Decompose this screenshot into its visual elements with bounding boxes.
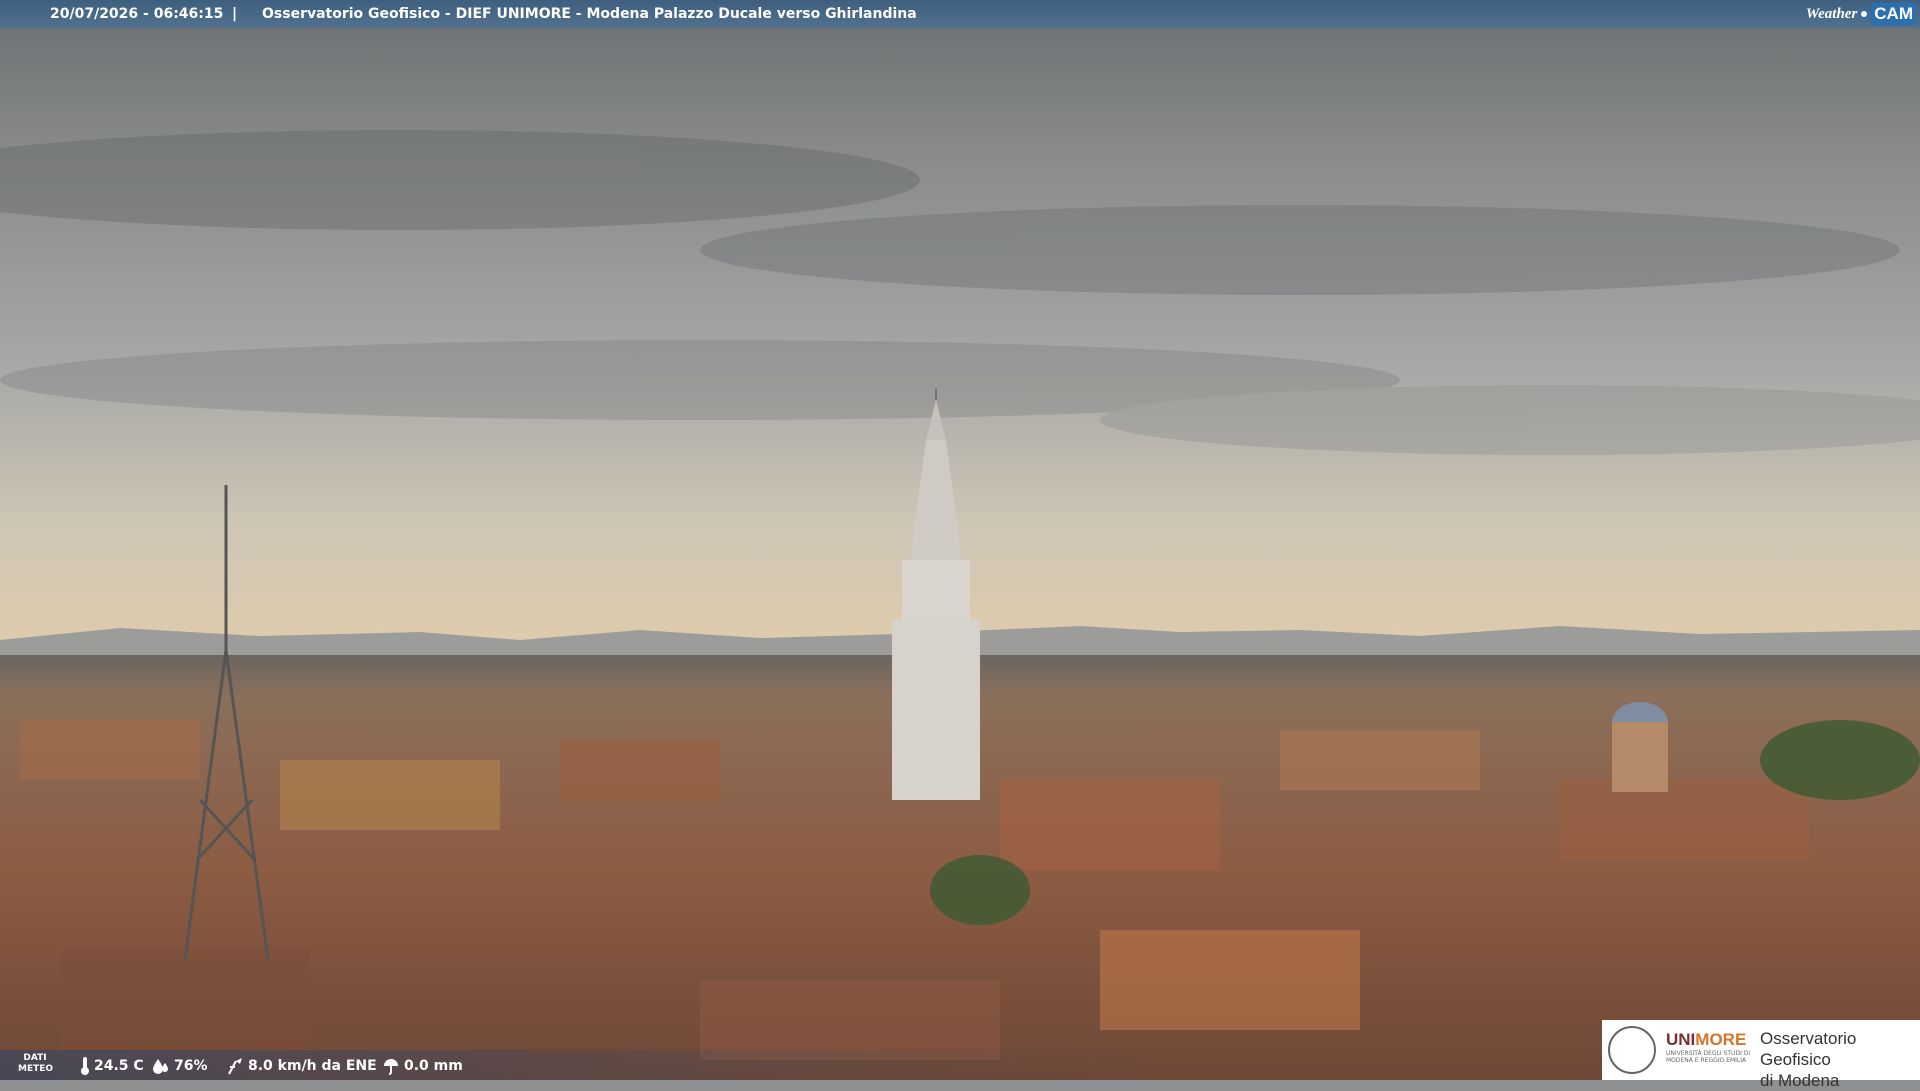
- dome: [1612, 702, 1668, 792]
- unimore-logo-panel: UNIMORE UNIVERSITÀ DEGLI STUDI DI MODENA…: [1602, 1020, 1920, 1090]
- humidity-value: 76%: [174, 1058, 208, 1074]
- rain-item: 0.0 mm: [382, 1057, 463, 1075]
- humidity-item: 76%: [152, 1057, 208, 1075]
- weathercam-logo: Weather CAM: [1806, 2, 1916, 26]
- wind-item: 8.0 km/h da ENE: [226, 1057, 377, 1075]
- timestamp: 20/07/2026 - 06:46:15: [50, 6, 224, 22]
- wind-value: 8.0 km/h da ENE: [248, 1058, 377, 1074]
- weathercam-cam-text: CAM: [1871, 3, 1916, 25]
- observatory-name: Osservatorio Geofisico di Modena: [1760, 1029, 1857, 1090]
- weathercam-logo-text: Weather: [1805, 5, 1858, 22]
- webcam-image: [0, 0, 1920, 1080]
- temperature-item: 24.5 C: [80, 1057, 144, 1075]
- header-separator: |: [232, 6, 238, 22]
- university-seal-icon: [1608, 1026, 1656, 1074]
- humidity-icon: [153, 1059, 168, 1074]
- rain-value: 0.0 mm: [404, 1058, 463, 1074]
- university-line: UNIVERSITÀ DEGLI STUDI DI MODENA E REGGI…: [1666, 1050, 1751, 1064]
- temperature-value: 24.5 C: [94, 1058, 144, 1074]
- camera-title: Osservatorio Geofisico - DIEF UNIMORE - …: [262, 6, 917, 22]
- thermometer-icon: [81, 1057, 89, 1075]
- weathercam-dot-icon: [1859, 9, 1870, 19]
- rain-icon: [384, 1059, 398, 1075]
- unimore-name: UNIMORE: [1666, 1030, 1747, 1049]
- meteo-label: DATI METEO: [18, 1053, 54, 1074]
- header-bar: 20/07/2026 - 06:46:15 | Osservatorio Geo…: [0, 0, 1920, 28]
- wind-icon: [228, 1058, 242, 1075]
